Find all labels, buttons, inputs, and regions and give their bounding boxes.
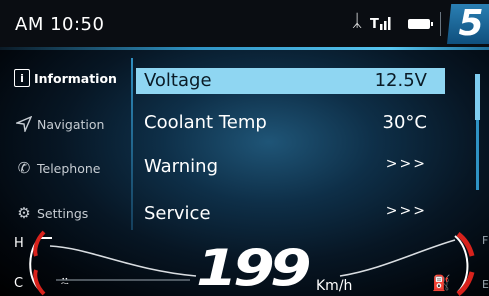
temp-low-label: C [14, 276, 24, 291]
row-value: 30°C [382, 112, 427, 133]
list-item-coolant-temp[interactable]: Coolant Temp 30°C [136, 106, 445, 140]
sidebar-item-telephone[interactable]: ✆ Telephone [14, 148, 132, 188]
speed-unit: Km/h [316, 278, 353, 294]
row-label: Coolant Temp [144, 112, 267, 133]
gear-indicator: 5 [447, 4, 489, 44]
sidebar-item-label: Information [34, 70, 117, 86]
sidebar-item-label: Navigation [37, 116, 105, 132]
sidebar-item-settings[interactable]: ⚙ Settings [14, 193, 132, 233]
sidebar-item-navigation[interactable]: Navigation [14, 104, 132, 144]
sidebar-item-information[interactable]: i Information [14, 58, 132, 98]
dashboard-screen: AM 10:50 ᛣ T 5 i Information Navigation … [0, 0, 489, 296]
phone-icon: ✆ [17, 159, 31, 177]
row-value: 12.5V [374, 70, 427, 91]
speedometer-value: 199 [196, 239, 312, 296]
list-item-voltage[interactable]: Voltage 12.5V [136, 68, 445, 94]
clock: AM 10:50 [15, 14, 105, 35]
fuel-full-label: F [482, 234, 489, 247]
navigation-arrow-icon [14, 114, 34, 134]
chevron-right-icon: >>> [385, 203, 427, 219]
status-divider [440, 12, 441, 36]
gauge-cluster: H C ⍨ 199 Km/h ⛽ F E [0, 230, 489, 296]
bluetooth-icon: ᛣ [352, 11, 363, 31]
fuel-empty-label: E [482, 278, 489, 291]
scrollbar-thumb[interactable] [475, 74, 480, 120]
sidebar-item-label: Telephone [37, 160, 101, 176]
list-item-service[interactable]: Service >>> [136, 197, 445, 231]
battery-icon [408, 19, 433, 29]
list-item-warning[interactable]: Warning >>> [136, 150, 445, 184]
coolant-temp-icon: ⍨ [60, 272, 70, 291]
row-label: Warning [144, 156, 219, 177]
svg-text:T: T [370, 17, 379, 31]
chevron-right-icon: >>> [385, 156, 427, 172]
info-list: Voltage 12.5V Coolant Temp 30°C Warning … [136, 56, 466, 236]
status-bar: AM 10:50 ᛣ T 5 [0, 0, 489, 50]
sidebar-divider [131, 58, 133, 230]
temp-high-label: H [14, 236, 24, 251]
sidebar: i Information Navigation ✆ Telephone ⚙ S… [0, 52, 134, 230]
info-icon: i [14, 69, 30, 87]
signal-icon: T [370, 17, 391, 31]
fuel-pump-icon: ⛽ [432, 274, 451, 292]
sidebar-item-label: Settings [37, 205, 89, 221]
gear-icon: ⚙ [17, 204, 31, 222]
row-label: Voltage [144, 70, 212, 91]
row-label: Service [144, 203, 211, 224]
